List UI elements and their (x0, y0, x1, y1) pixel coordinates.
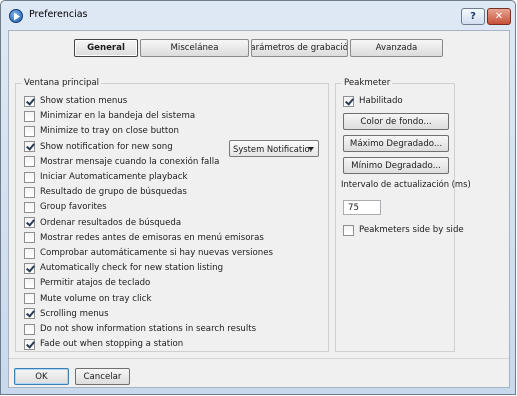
option-label: Minimize to tray on close button (40, 126, 179, 137)
option-checkbox[interactable]: Fade out when stopping a station (24, 338, 183, 350)
peakmeters-side-by-side-checkbox[interactable]: Peakmeters side by side (343, 224, 464, 236)
main-window-group-label: Ventana principal (22, 78, 102, 88)
app-play-icon (9, 9, 23, 23)
checkbox-box (24, 110, 35, 122)
option-label: Ordenar resultados de búsqueda (40, 217, 182, 228)
option-checkbox[interactable]: Resultado de grupo de búsquedas (24, 186, 187, 198)
checkbox-box (24, 156, 35, 168)
peakmeter-enabled-checkbox[interactable]: Habilitado (343, 95, 403, 107)
peakmeter-group: Peakmeter Habilitado Color de fondo... M… (335, 78, 471, 352)
option-label: Mostrar mensaje cuando la conexión falla (40, 156, 220, 167)
update-interval-input[interactable]: 75 (343, 200, 381, 215)
option-label: Show station menus (40, 96, 128, 106)
min-gradient-button[interactable]: Mínimo Degradado... (343, 157, 449, 174)
main-window-group: Ventana principal Show station menus Mini… (15, 78, 329, 352)
checkbox-box (24, 171, 35, 183)
option-label: Minimizar en la bandeja del sistema (40, 111, 196, 122)
option-checkbox[interactable]: Mostrar mensaje cuando la conexión falla (24, 156, 219, 168)
tab-recording-params[interactable]: Parámetros de grabación (251, 39, 348, 57)
option-checkbox[interactable]: Iniciar Automaticamente playback (24, 171, 187, 183)
option-checkbox[interactable]: Group favorites (24, 201, 107, 213)
tab-general[interactable]: General (74, 39, 138, 57)
checkbox-box (24, 262, 35, 274)
option-label: Scrolling menus (40, 308, 109, 319)
window-title: Preferencias (29, 9, 88, 20)
notification-type-select[interactable]: System Notificatior (229, 140, 319, 157)
option-checkbox[interactable]: Scrolling menus (24, 308, 109, 320)
tab-miscelanea[interactable]: Miscelánea (140, 39, 249, 57)
dialog-body: General Miscelánea Parámetros de grabaci… (8, 30, 510, 388)
option-label: Permitir atajos de teclado (40, 278, 151, 289)
option-checkbox[interactable]: Permitir atajos de teclado (24, 277, 150, 289)
option-label: Group favorites (40, 202, 107, 213)
close-button[interactable]: ✕ (487, 8, 511, 25)
option-label: Fade out when stopping a station (40, 339, 184, 350)
checkbox-box (24, 338, 35, 350)
option-checkbox[interactable]: Show notification for new song (24, 141, 173, 153)
title-bar[interactable]: Preferencias ? ✕ (1, 1, 515, 30)
option-checkbox[interactable]: Minimizar en la bandeja del sistema (24, 110, 195, 122)
update-interval-label: Intervalo de actualización (ms) (341, 179, 471, 189)
checkbox-box (24, 323, 35, 335)
checkbox-box (24, 201, 35, 213)
peakmeters-side-by-side-label: Peakmeters side by side (359, 225, 464, 235)
checkbox-box (24, 217, 35, 229)
footer-divider (9, 358, 509, 359)
option-checkbox[interactable]: Ordenar resultados de búsqueda (24, 217, 181, 229)
checkbox-box (24, 247, 35, 259)
checkbox-box (24, 277, 35, 289)
checkbox-box (343, 224, 354, 236)
notification-type-value: System Notificatior (233, 143, 314, 154)
cancel-button[interactable]: Cancelar (75, 368, 130, 385)
option-checkbox[interactable]: Do not show information stations in sear… (24, 323, 256, 335)
option-label: Resultado de grupo de búsquedas (40, 187, 187, 198)
close-icon: ✕ (494, 11, 504, 22)
checkbox-box (24, 141, 35, 153)
option-label: Automatically check for new station list… (40, 263, 224, 274)
option-checkbox[interactable]: Comprobar automáticamente si hay nuevas … (24, 247, 273, 259)
option-checkbox[interactable]: Minimize to tray on close button (24, 125, 179, 137)
option-label: Comprobar automáticamente si hay nuevas … (40, 248, 274, 258)
preferences-window: Preferencias ? ✕ General Miscelánea Pará… (0, 0, 516, 395)
checkbox-box (343, 95, 354, 107)
option-checkbox[interactable]: Mostrar redes antes de emisoras en menú … (24, 232, 264, 244)
option-checkbox[interactable]: Automatically check for new station list… (24, 262, 223, 274)
ok-button[interactable]: OK (14, 368, 69, 385)
checkbox-box (24, 186, 35, 198)
checkbox-box (24, 308, 35, 320)
background-color-button[interactable]: Color de fondo... (343, 113, 449, 130)
option-checkbox[interactable]: Mute volume on tray click (24, 293, 151, 305)
option-label: Do not show information stations in sear… (40, 324, 257, 334)
option-checkbox[interactable]: Show station menus (24, 95, 127, 107)
peakmeter-enabled-label: Habilitado (359, 96, 403, 106)
help-button[interactable]: ? (461, 8, 485, 25)
checkbox-box (24, 95, 35, 107)
chevron-down-icon (308, 147, 314, 151)
tab-avanzada[interactable]: Avanzada (350, 39, 443, 57)
peakmeter-group-label: Peakmeter (342, 78, 393, 88)
checkbox-box (24, 293, 35, 305)
option-label: Mute volume on tray click (40, 293, 152, 304)
checkbox-box (24, 125, 35, 137)
checkbox-box (24, 232, 35, 244)
option-label: Mostrar redes antes de emisoras en menú … (40, 232, 264, 243)
option-label: Show notification for new song (40, 141, 173, 152)
max-gradient-button[interactable]: Máximo Degradado... (343, 135, 449, 152)
option-label: Iniciar Automaticamente playback (40, 172, 188, 182)
help-icon: ? (470, 11, 476, 22)
